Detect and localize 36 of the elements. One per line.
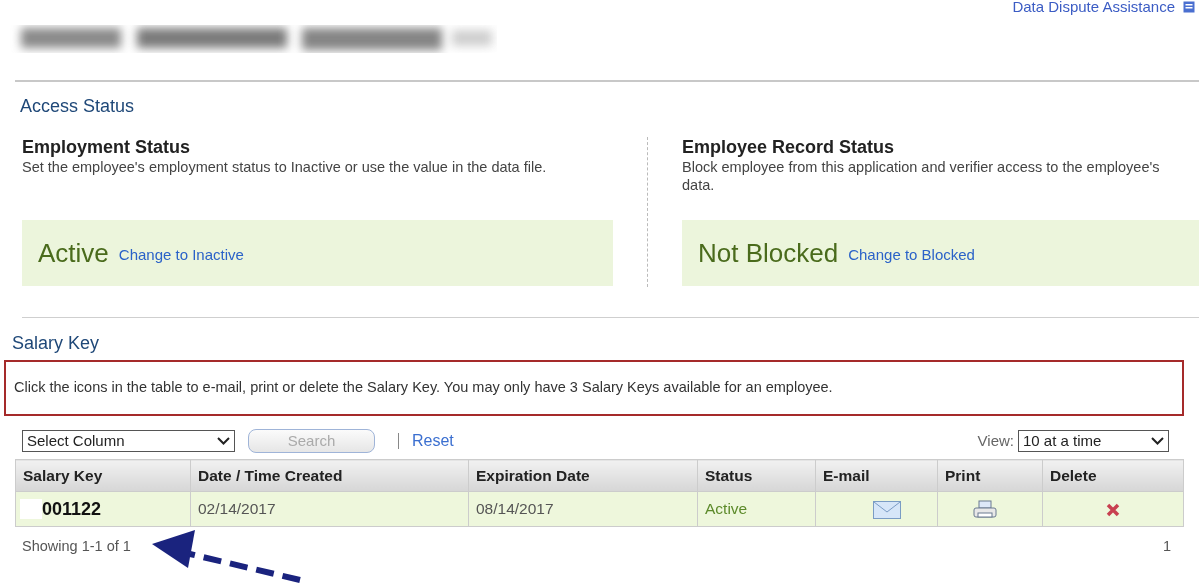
table-cell: 08/14/2017 (468, 491, 698, 527)
status-description: Block employee from this application and verifier access to the employee's data. (682, 158, 1161, 195)
redaction-block (20, 499, 42, 519)
status-cell: Active (697, 491, 816, 527)
reset-link[interactable]: Reset (412, 429, 454, 453)
section-title: Access Status (20, 95, 136, 118)
salary-key-value: 001122 (42, 497, 102, 521)
status-description: Set the employee's employment status to Inactive or use the value in the data file. (22, 158, 548, 177)
change-status-link[interactable]: Change to Blocked (848, 243, 975, 267)
status-heading: Employment Status (22, 137, 192, 157)
column-header: Date / Time Created (190, 459, 469, 492)
status-value: Not Blocked (698, 236, 839, 270)
column-header: Salary Key (15, 459, 191, 492)
page-number: 1 (1162, 537, 1171, 556)
status-heading: Employee Record Status (682, 137, 896, 157)
delete-icon[interactable] (1106, 503, 1120, 518)
column-header: Print (937, 459, 1043, 492)
column-select[interactable]: Select Column (22, 430, 235, 452)
status-value: Active (38, 236, 109, 270)
email-icon[interactable] (872, 501, 901, 520)
column-header: Delete (1042, 459, 1184, 492)
dispute-assistance-link[interactable]: Data Dispute Assistance (1012, 0, 1175, 19)
chevron-down-icon (1151, 437, 1164, 445)
column-header: Status (697, 459, 816, 492)
column-header: E-mail (815, 459, 938, 492)
notice-text: Click the icons in the table to e-mail, print or delete the Salary Key. You may only have 3 Salary Keys available for an employee. (14, 378, 833, 398)
document-icon (1183, 1, 1195, 14)
view-label: View: (977, 430, 1014, 451)
printer-icon[interactable] (973, 500, 997, 521)
section-title: Salary Key (12, 332, 101, 355)
change-status-link[interactable]: Change to Inactive (118, 243, 244, 267)
column-header: Expiration Date (468, 459, 698, 492)
chevron-down-icon (217, 437, 230, 445)
showing-count: Showing 1-1 of 1 (22, 537, 131, 556)
view-select[interactable]: 10 at a time (1018, 430, 1169, 452)
table-cell: 02/14/2017 (190, 491, 469, 527)
